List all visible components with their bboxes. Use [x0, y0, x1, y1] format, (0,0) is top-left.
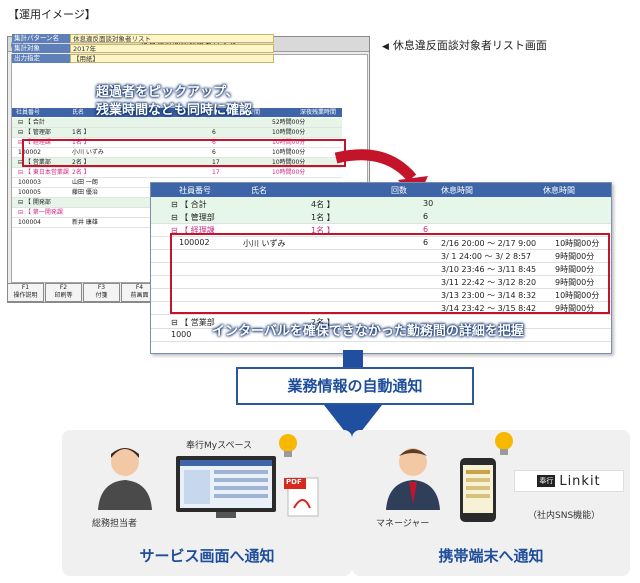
table-cell: 100004: [18, 219, 41, 226]
panel-title: サービス画面へ通知: [139, 547, 275, 565]
callout-interval: インターバルを確保できなかった勤務間の詳細を把握: [212, 324, 524, 339]
screen-caption-text: 休息違反面談対象者リスト画面: [392, 39, 547, 52]
table-cell: ⊟ 【 開発部: [18, 199, 51, 206]
row-count: 30: [423, 199, 434, 208]
info-key: 集計パターン名: [12, 34, 70, 43]
column-header: 休息時間: [441, 186, 473, 195]
linkit-logo: 奉行 Linkit: [514, 470, 624, 492]
info-value: 2017年: [70, 44, 274, 53]
table-cell: 17: [212, 169, 220, 176]
function-keys: F1 操作説明 F2 印刷等 F3 付箋 F4 前画面: [7, 283, 159, 302]
highlight-box-back: [22, 139, 346, 167]
column-header: 回数: [391, 186, 407, 195]
manager-icon: [386, 448, 440, 510]
lightbulb-icon: [279, 434, 297, 457]
column-header: 深夜残業時間: [300, 109, 337, 116]
fkey-code: F3: [97, 284, 106, 291]
table-cell: 新井 康雄: [72, 219, 98, 226]
screen-caption: ◀ 休息違反面談対象者リスト画面: [382, 37, 547, 53]
highlight-box-detail: [170, 233, 610, 314]
table-row[interactable]: ⊟ 【 合計 4名 】 30: [151, 197, 611, 211]
table-row[interactable]: ⊟ 【 管理部 1名 】 6 10時間00分: [12, 128, 342, 138]
fkey-label: 操作説明: [13, 292, 38, 299]
column-header: 社員番号: [16, 109, 41, 116]
notification-banner: 業務情報の自動通知: [236, 367, 474, 405]
mobile-panel: マネージャー 奉行 Linkit （社内SNS機能） 携帯端末へ通知: [352, 430, 630, 576]
monitor-icon: [176, 456, 276, 518]
logo-text: Linkit: [559, 473, 601, 489]
fkey-label: 印刷等: [54, 292, 73, 299]
fkey-code: F1: [21, 284, 30, 291]
table-cell: ⊟ 【 第一開発課: [18, 209, 63, 216]
row-count: 6: [423, 212, 429, 221]
table-cell: 山田 一朗: [72, 179, 98, 186]
column-header: 休息時間: [543, 186, 575, 195]
table-cell: ⊟ 【 合計: [18, 119, 45, 126]
service-screen-panel: 総務担当者 奉行Myスペース PDF サービス画面へ通知: [62, 430, 352, 576]
person-icon: [98, 448, 152, 510]
row-count-label: 1名 】: [311, 213, 335, 222]
detail-table-header: 社員番号 氏名 回数 休息時間 休息時間: [151, 183, 611, 197]
table-cell: ⊟ 【 東日本営業課: [18, 169, 69, 176]
table-cell: 藤田 優治: [72, 189, 98, 196]
app-label: 奉行Myスペース: [186, 441, 253, 451]
callout-line: 超過者をピックアップ、: [96, 85, 239, 100]
table-cell: 2名 】: [72, 169, 90, 176]
logo-note: （社内SNS機能）: [528, 511, 601, 521]
fkey-label: 付箋: [95, 292, 108, 299]
table-row[interactable]: ⊟ 【 東日本営業課 2名 】 17 10時間00分: [12, 168, 342, 178]
info-key: 出力指定: [12, 54, 70, 63]
table-cell: 6: [212, 129, 216, 136]
row-label: ⊟ 【 管理部: [171, 213, 215, 222]
table-cell: 100005: [18, 189, 41, 196]
panel-title: 携帯端末へ通知: [438, 547, 544, 565]
info-key: 集計対象: [12, 44, 70, 53]
row-label: ⊟ 【 営業部: [171, 318, 215, 327]
table-cell: 52時間00分: [272, 119, 306, 126]
column-header: 氏名: [251, 186, 267, 195]
info-value: 休息違反面談対象者リスト: [70, 34, 274, 43]
row-label: ⊟ 【 合計: [171, 200, 207, 209]
smartphone-icon: [460, 458, 496, 522]
pdf-label: PDF: [286, 478, 302, 486]
person-label: 総務担当者: [92, 519, 138, 529]
row-label: 1000: [171, 330, 192, 339]
callout-pickup: 超過者をピックアップ、 残業時間なども同時に確認: [96, 84, 252, 120]
caption-marker: ◀: [382, 42, 389, 52]
table-cell: ⊟ 【 管理部: [18, 129, 51, 136]
page-heading: 【運用イメージ】: [8, 8, 96, 21]
row-count-label: 4名 】: [311, 200, 335, 209]
logo-prefix: 奉行: [537, 475, 556, 487]
table-cell: 10時間00分: [272, 129, 306, 136]
f2-button[interactable]: F2 印刷等: [45, 283, 82, 302]
info-panel: 集計パターン名 休息違反面談対象者リスト 集計対象 2017年 出力指定 【用紙】: [12, 34, 274, 64]
table-cell: 100003: [18, 179, 41, 186]
info-value: 【用紙】: [70, 54, 274, 63]
column-header: 社員番号: [179, 186, 211, 195]
table-row[interactable]: ⊟ 【 管理部 1名 】 6: [151, 210, 611, 224]
fkey-code: F2: [59, 284, 68, 291]
table-cell: 1名 】: [72, 129, 90, 136]
callout-line: 残業時間なども同時に確認: [96, 103, 253, 118]
person-label: マネージャー: [376, 519, 430, 529]
f3-button[interactable]: F3 付箋: [83, 283, 120, 302]
table-cell: 10時間00分: [272, 169, 306, 176]
f1-button[interactable]: F1 操作説明: [7, 283, 44, 302]
